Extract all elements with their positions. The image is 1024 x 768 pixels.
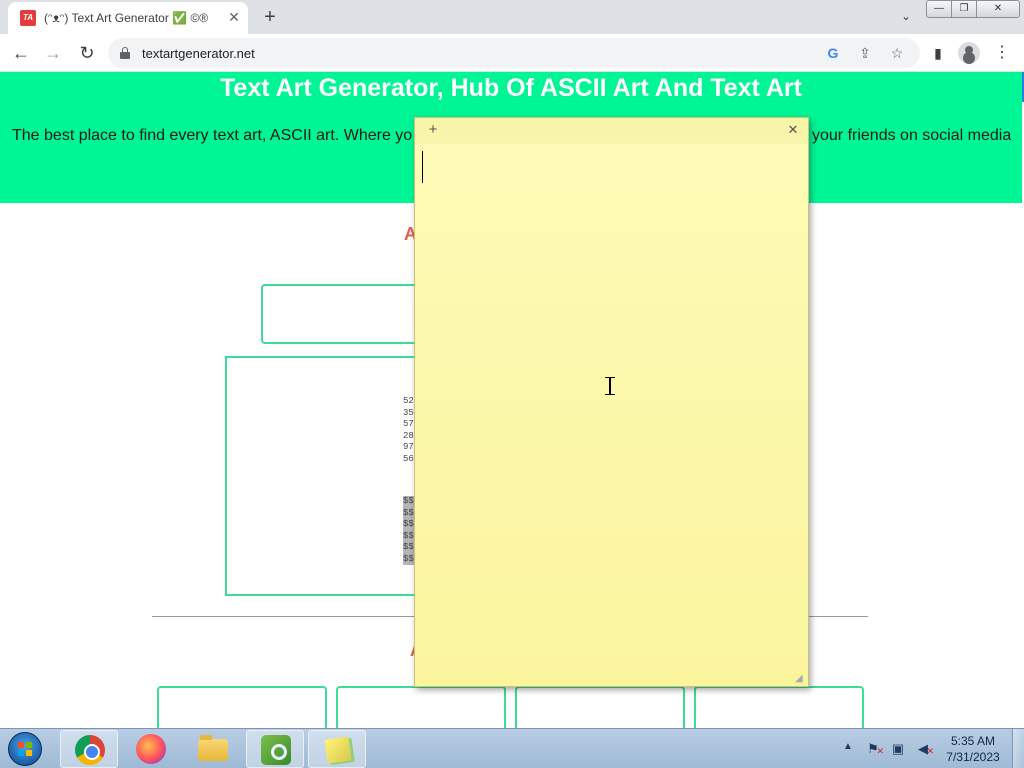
taskbar-chrome[interactable] [60, 730, 118, 768]
ascii-line: 35 [403, 407, 414, 418]
ibeam-cursor-icon [605, 377, 615, 395]
sticky-note-text-area[interactable] [421, 152, 801, 672]
show-desktop-button[interactable] [1012, 729, 1024, 768]
side-panel-icon[interactable]: ▮ [928, 43, 948, 63]
folder-icon [198, 735, 228, 761]
magnifier-icon [261, 735, 291, 765]
ascii-line: 28 [403, 430, 414, 441]
art-card[interactable] [694, 686, 864, 728]
browser-toolbar: ← → ↻ textartgenerator.net G ⇪ ☆ ▮ ⋮ [0, 34, 1024, 72]
sticky-notes-icon [324, 736, 352, 764]
clock-date: 7/31/2023 [946, 750, 1000, 764]
back-arrow-icon[interactable]: ← [8, 40, 34, 66]
ascii-line: 57 [403, 419, 414, 429]
sticky-note[interactable]: + ✕ ◢ [414, 117, 809, 687]
delete-note-button[interactable]: ✕ [785, 122, 801, 138]
share-icon[interactable]: ⇪ [856, 44, 874, 62]
reload-icon[interactable]: ↻ [74, 40, 100, 66]
maximize-button[interactable]: ❐ [951, 0, 977, 18]
ascii-line: 97 [403, 442, 414, 452]
hero-description-right: your friends on social media [812, 127, 1012, 144]
page-title: Text Art Generator, Hub Of ASCII Art And… [220, 74, 802, 102]
ascii-number-column: 52 35 57 28 97 56 [403, 396, 414, 465]
new-tab-icon[interactable]: + [258, 5, 282, 29]
star-icon[interactable]: ☆ [888, 44, 906, 62]
text-caret [422, 151, 423, 183]
volume-muted-icon[interactable]: ◀ ✕ [914, 741, 934, 757]
taskbar: ▲ ⚑ ✕ ▣ ◀ ✕ 5:35 AM 7/31/2023 [0, 728, 1024, 768]
art-card[interactable] [515, 686, 685, 728]
system-clock[interactable]: 5:35 AM 7/31/2023 [940, 733, 1006, 765]
taskbar-sticky-notes[interactable] [308, 730, 366, 768]
url-text[interactable]: textartgenerator.net [142, 46, 255, 61]
profile-icon[interactable] [958, 42, 980, 64]
windows-logo-icon [8, 732, 42, 766]
window-controls: — ❐ ✕ [926, 0, 1020, 18]
network-icon[interactable]: ▣ [889, 741, 907, 757]
chrome-icon [75, 735, 105, 765]
menu-icon[interactable]: ⋮ [992, 43, 1012, 63]
taskbar-spy-tool[interactable] [246, 730, 304, 768]
google-icon[interactable]: G [824, 44, 842, 62]
tab-close-icon[interactable]: ✕ [226, 9, 242, 25]
clock-time: 5:35 AM [950, 734, 996, 748]
resize-grip-icon[interactable]: ◢ [795, 673, 807, 685]
art-card[interactable] [336, 686, 506, 728]
art-card[interactable] [157, 686, 327, 728]
new-note-button[interactable]: + [425, 122, 441, 138]
start-button[interactable] [2, 730, 48, 768]
taskbar-explorer[interactable] [184, 730, 242, 768]
hero-description-left: The best place to find every text art, A… [12, 127, 413, 144]
action-center-flag-icon[interactable]: ⚑ ✕ [864, 741, 884, 757]
lock-icon[interactable] [120, 47, 130, 59]
ascii-line: 56 [403, 453, 414, 464]
address-bar[interactable]: textartgenerator.net G ⇪ ☆ [108, 38, 920, 68]
minimize-button[interactable]: — [926, 0, 952, 18]
show-hidden-icons-icon[interactable]: ▲ [843, 741, 853, 752]
forward-arrow-icon[interactable]: → [40, 40, 66, 66]
taskbar-firefox[interactable] [122, 730, 180, 768]
ascii-line: 52 [403, 396, 414, 406]
tab-title: (ᵔᴥᵔ) Text Art Generator ✅ ©® [44, 11, 209, 25]
site-favicon-icon: TA [20, 10, 36, 26]
firefox-icon [136, 734, 166, 764]
sticky-note-header[interactable]: + ✕ [415, 118, 808, 144]
tab-strip: TA (ᵔᴥᵔ) Text Art Generator ✅ ©® ✕ + ⌄ —… [0, 0, 1024, 34]
browser-tab-active[interactable]: TA (ᵔᴥᵔ) Text Art Generator ✅ ©® ✕ [8, 2, 248, 34]
tab-search-chevron-icon[interactable]: ⌄ [896, 6, 916, 26]
close-window-button[interactable]: ✕ [976, 0, 1020, 18]
